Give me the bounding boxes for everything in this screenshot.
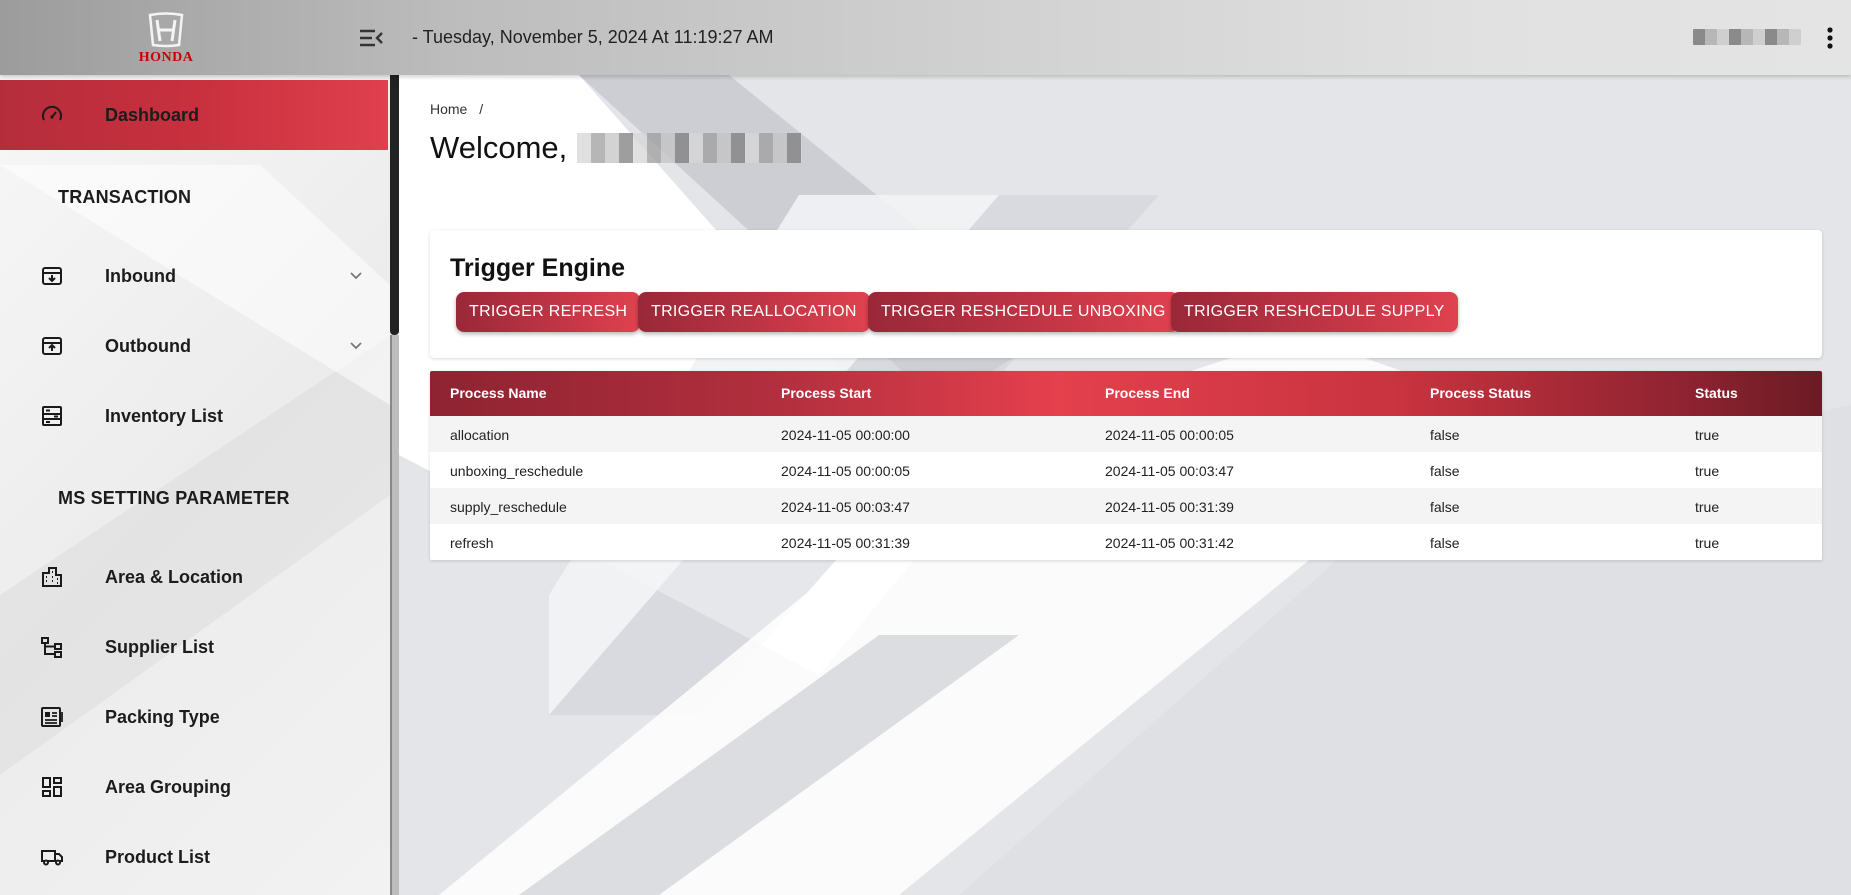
- sidebar-item-product-list[interactable]: Product List: [0, 822, 388, 892]
- column-header-process-start[interactable]: Process Start: [781, 385, 871, 401]
- user-name-redacted[interactable]: [1693, 29, 1801, 45]
- chevron-down-icon[interactable]: [345, 265, 367, 287]
- page-title: Welcome,: [430, 130, 803, 166]
- sidebar-scrollbar-lower: [390, 335, 399, 895]
- section-title-ms-setting-parameter: MS SETTING PARAMETER: [58, 488, 290, 508]
- grid-dashboard-icon: [42, 777, 62, 797]
- sidebar-item-area-grouping[interactable]: Area Grouping: [0, 752, 388, 822]
- card-title: Trigger Engine: [450, 254, 626, 282]
- sidebar-item-inbound[interactable]: Inbound: [0, 241, 388, 311]
- cell-process-status: false: [1430, 535, 1460, 551]
- sidebar-item-label: Dashboard: [105, 104, 200, 125]
- cell-process-start: 2024-11-05 00:03:47: [781, 499, 910, 515]
- sidebar-item-label: Supplier List: [105, 636, 215, 657]
- cell-status: true: [1695, 463, 1720, 479]
- sidebar-item-dashboard[interactable]: Dashboard: [0, 80, 388, 150]
- cell-process-start: 2024-11-05 00:31:39: [781, 535, 910, 551]
- sidebar-item-inventory-list[interactable]: Inventory List: [0, 381, 388, 451]
- logo-wordmark: HONDA: [138, 50, 194, 65]
- truck-icon: [41, 850, 63, 866]
- cell-process-status: false: [1430, 499, 1460, 515]
- hierarchy-icon: [41, 637, 62, 658]
- honda-logo[interactable]: HONDA: [126, 12, 206, 66]
- top-app-bar: HONDA - Tuesday, November 5, 2024 At 11:…: [0, 0, 1851, 75]
- cell-process-name: allocation: [450, 427, 510, 443]
- inbox-download-icon: [42, 267, 62, 285]
- cell-process-status: false: [1430, 427, 1460, 443]
- menu-collapse-icon[interactable]: [358, 26, 384, 50]
- sidebar-item-label: Packing Type: [105, 706, 220, 727]
- table-row[interactable]: allocation 2024-11-05 00:00:00 2024-11-0…: [430, 416, 1822, 452]
- user-name-redacted-large: [577, 133, 803, 163]
- breadcrumb: Home /: [430, 101, 483, 117]
- main-content: Home / Welcome, Trigger Engine TRIGGER R…: [399, 75, 1851, 895]
- breadcrumb-home-link[interactable]: Home: [430, 101, 467, 117]
- column-header-process-name[interactable]: Process Name: [450, 385, 547, 401]
- sidebar-item-label: Inbound: [105, 265, 176, 286]
- cell-process-end: 2024-11-05 00:31:42: [1105, 535, 1234, 551]
- column-header-process-end[interactable]: Process End: [1105, 385, 1190, 401]
- sidebar-item-area-location[interactable]: Area & Location: [0, 542, 388, 612]
- table-header: Process Name Process Start Process End P…: [430, 371, 1822, 416]
- table-row[interactable]: refresh 2024-11-05 00:31:39 2024-11-05 0…: [430, 524, 1822, 560]
- welcome-text: Welcome,: [430, 130, 568, 165]
- sidebar-item-label: Area & Location: [105, 566, 244, 587]
- sidebar-nav: Dashboard TRANSACTION Inbound Outbound I…: [0, 75, 390, 895]
- sidebar-item-label: Product List: [105, 846, 211, 867]
- sidebar-item-supplier-list[interactable]: Supplier List: [0, 612, 388, 682]
- cell-process-start: 2024-11-05 00:00:00: [781, 427, 910, 443]
- packing-list-icon: [41, 707, 63, 727]
- trigger-reschedule-unboxing-button[interactable]: TRIGGER RESHCEDULE UNBOXING: [868, 292, 1179, 332]
- cell-status: true: [1695, 427, 1720, 443]
- breadcrumb-separator: /: [479, 101, 484, 117]
- inventory-icon: [42, 406, 62, 426]
- sidebar-item-packing-type[interactable]: Packing Type: [0, 682, 388, 752]
- trigger-reschedule-supply-button[interactable]: TRIGGER RESHCEDULE SUPPLY: [1171, 292, 1458, 332]
- trigger-refresh-button[interactable]: TRIGGER REFRESH: [456, 292, 641, 332]
- trigger-engine-card: Trigger Engine TRIGGER REFRESH TRIGGER R…: [430, 230, 1822, 358]
- column-header-process-status[interactable]: Process Status: [1430, 385, 1531, 401]
- honda-h-mark-icon: [148, 12, 184, 48]
- section-title-transaction: TRANSACTION: [58, 187, 192, 207]
- sidebar-item-label: Inventory List: [105, 405, 224, 426]
- table-row[interactable]: supply_reschedule 2024-11-05 00:03:47 20…: [430, 488, 1822, 524]
- column-header-status[interactable]: Status: [1695, 385, 1738, 401]
- cell-process-end: 2024-11-05 00:00:05: [1105, 427, 1234, 443]
- cell-process-start: 2024-11-05 00:00:05: [781, 463, 910, 479]
- more-vertical-icon[interactable]: [1820, 24, 1840, 52]
- dashboard-gauge-icon: [42, 105, 62, 121]
- building-icon: [42, 567, 62, 587]
- cell-process-end: 2024-11-05 00:03:47: [1105, 463, 1234, 479]
- sidebar-item-outbound[interactable]: Outbound: [0, 311, 388, 381]
- current-datetime: - Tuesday, November 5, 2024 At 11:19:27 …: [412, 27, 774, 47]
- outbox-upload-icon: [42, 337, 62, 355]
- cell-status: true: [1695, 535, 1720, 551]
- table-row[interactable]: unboxing_reschedule 2024-11-05 00:00:05 …: [430, 452, 1822, 488]
- process-table: Process Name Process Start Process End P…: [430, 371, 1822, 560]
- sidebar-item-label: Area Grouping: [105, 776, 232, 797]
- cell-status: true: [1695, 499, 1720, 515]
- cell-process-name: unboxing_reschedule: [450, 463, 584, 479]
- trigger-reallocation-button[interactable]: TRIGGER REALLOCATION: [638, 292, 870, 332]
- cell-process-status: false: [1430, 463, 1460, 479]
- cell-process-name: refresh: [450, 535, 494, 551]
- sidebar-item-label: Outbound: [105, 335, 191, 356]
- sidebar-scrollbar-thumb[interactable]: [390, 75, 399, 335]
- cell-process-end: 2024-11-05 00:31:39: [1105, 499, 1234, 515]
- chevron-down-icon[interactable]: [345, 335, 367, 357]
- cell-process-name: supply_reschedule: [450, 499, 567, 515]
